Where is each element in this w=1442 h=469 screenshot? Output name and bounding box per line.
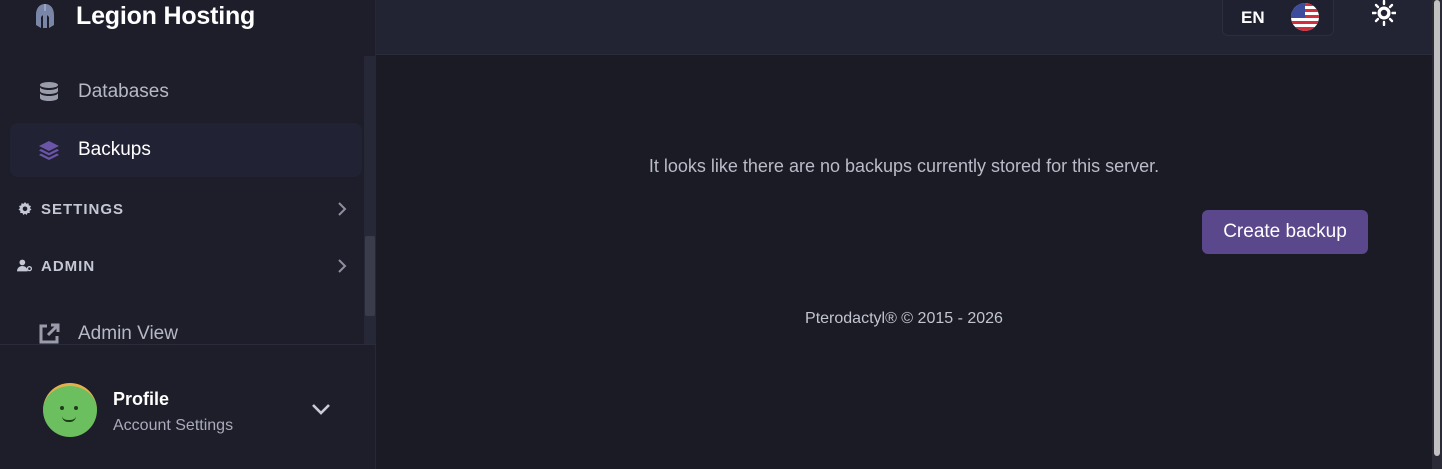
sidebar-scrollbar-thumb[interactable] — [365, 236, 375, 316]
sidebar-section-settings[interactable]: SETTINGS — [0, 189, 362, 229]
sidebar-item-label: Databases — [78, 81, 169, 102]
sun-icon[interactable] — [1372, 0, 1396, 26]
brand-title: Legion Hosting — [76, 1, 256, 30]
language-selector[interactable]: EN — [1222, 0, 1334, 36]
user-key-icon — [17, 259, 33, 272]
main-content: It looks like there are no backups curre… — [376, 55, 1432, 469]
brand-header[interactable]: Legion Hosting — [0, 0, 376, 42]
profile-subtitle: Account Settings — [113, 417, 234, 434]
profile-name: Profile — [113, 389, 170, 409]
create-backup-button[interactable]: Create backup — [1202, 210, 1368, 254]
external-link-icon — [39, 323, 60, 344]
sidebar-item-label: Backups — [78, 139, 151, 160]
sidebar-section-admin[interactable]: ADMIN — [0, 246, 362, 286]
language-code: EN — [1241, 8, 1265, 27]
gear-icon — [18, 202, 32, 215]
avatar-mouth — [62, 416, 76, 422]
nav-list: Databases Backups SETTINGS ADMIN Admin V… — [0, 56, 376, 344]
spartan-helmet-icon — [36, 4, 54, 28]
avatar-eye — [74, 406, 78, 410]
sidebar: Legion Hosting Databases Backups SETTING… — [0, 0, 376, 469]
us-flag-icon — [1290, 3, 1319, 31]
chevron-down-icon[interactable] — [311, 402, 331, 416]
footer-copyright: Pterodactyl® © 2015 - 2026 — [805, 310, 1003, 327]
sidebar-section-label: SETTINGS — [41, 200, 125, 218]
page-scrollbar-thumb[interactable] — [1434, 0, 1440, 456]
sidebar-item-label: Admin View — [78, 323, 178, 344]
profile-menu[interactable]: Profile Account Settings — [0, 344, 376, 469]
top-bar: EN — [376, 0, 1432, 55]
chevron-right-icon — [338, 259, 347, 273]
sidebar-item-backups[interactable]: Backups — [10, 123, 362, 177]
page-scrollbar[interactable] — [1432, 0, 1442, 469]
avatar-eye — [60, 406, 64, 410]
sidebar-item-databases[interactable]: Databases — [10, 65, 362, 119]
database-icon — [40, 82, 58, 101]
chevron-right-icon — [338, 202, 347, 216]
sidebar-scrollbar[interactable] — [364, 56, 376, 344]
avatar — [43, 383, 97, 437]
layers-icon — [39, 141, 59, 160]
empty-state-message: It looks like there are no backups curre… — [648, 156, 1160, 176]
sidebar-section-label: ADMIN — [41, 257, 96, 275]
